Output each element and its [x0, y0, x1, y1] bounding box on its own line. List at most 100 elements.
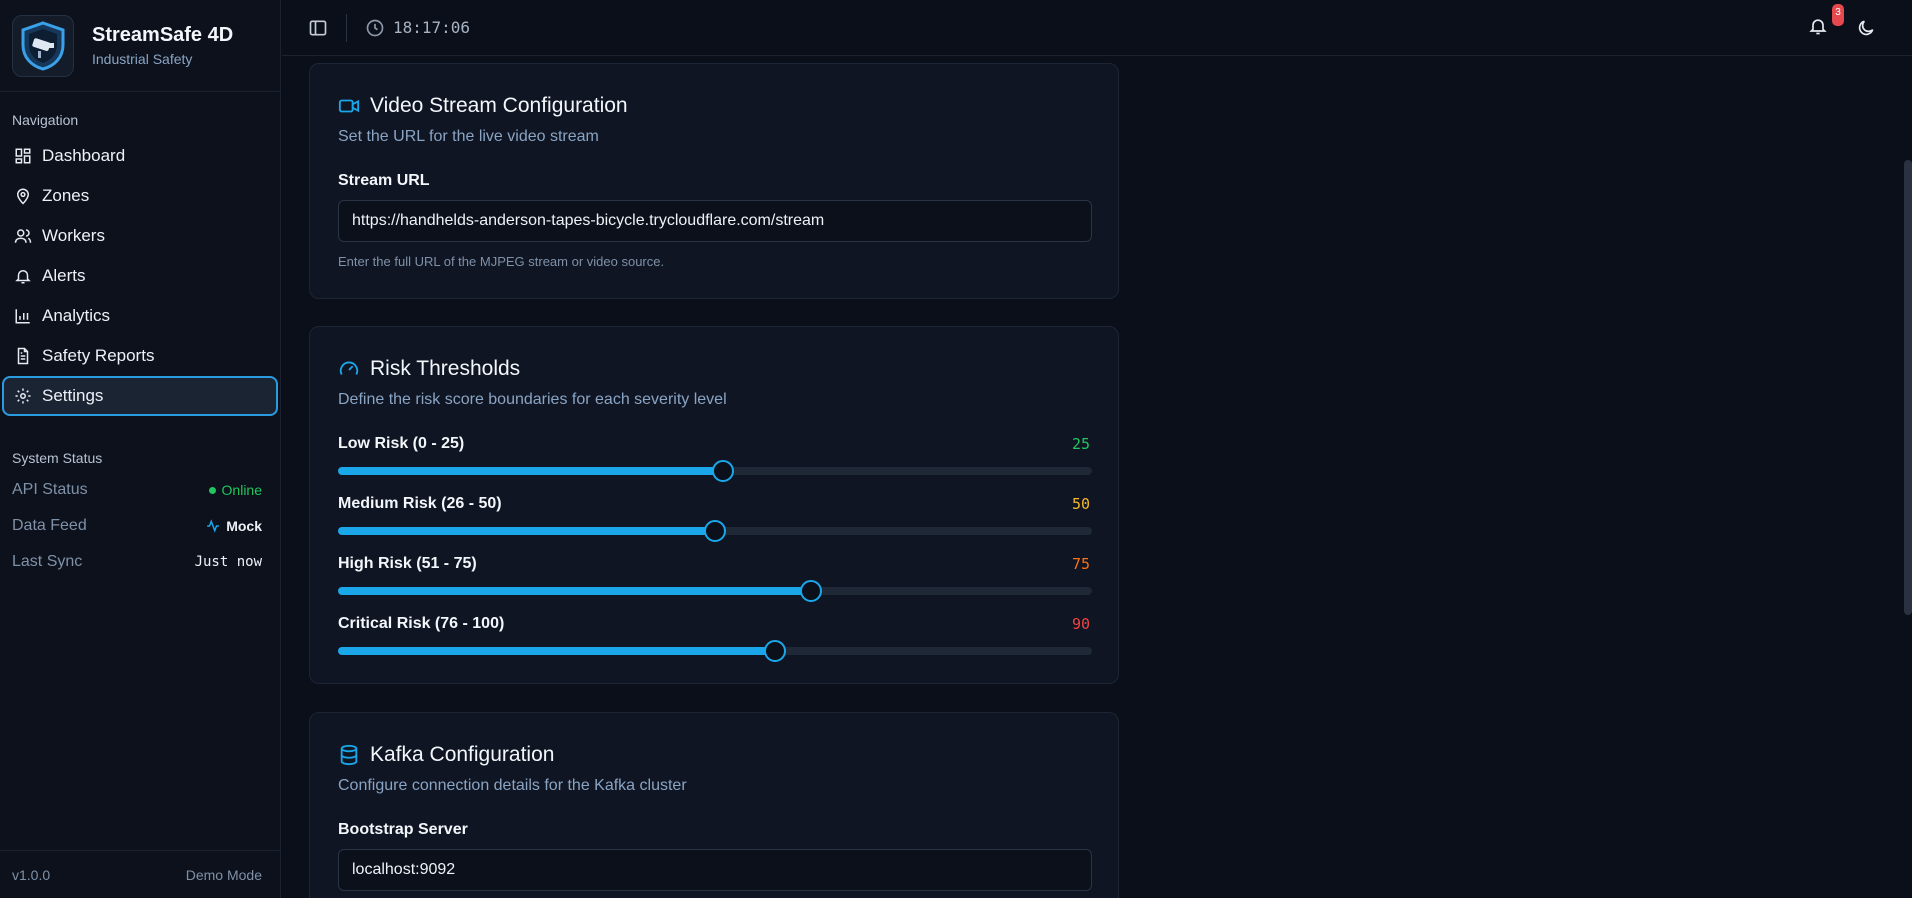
sidebar-item-label: Zones [42, 186, 90, 205]
header-actions: 3 [1808, 0, 1876, 56]
low-risk-value: 25 [1071, 435, 1090, 453]
last-sync-row: Last Sync Just now [0, 544, 280, 580]
stream-url-input[interactable]: https://handhelds-anderson-tapes-bicycle… [338, 200, 1092, 242]
sidebar-item-workers[interactable]: Workers [2, 216, 278, 256]
notifications-button[interactable]: 3 [1808, 3, 1844, 41]
sidebar-item-analytics[interactable]: Analytics [2, 296, 278, 336]
low-risk-slider-thumb[interactable] [711, 460, 734, 482]
sidebar-item-safety-reports[interactable]: Safety Reports [2, 336, 278, 376]
sidebar-item-label: Alerts [42, 266, 86, 285]
data-feed-text: Mock [226, 518, 262, 534]
medium-risk-value: 50 [1071, 495, 1090, 513]
api-status-text: Online [221, 482, 262, 498]
activity-icon [207, 519, 220, 533]
api-status-row: API Status Online [0, 472, 280, 508]
video-stream-card: Video Stream Configuration Set the URL f… [309, 63, 1119, 299]
version-label: v1.0.0 [12, 866, 51, 883]
medium-risk-slider-thumb[interactable] [704, 520, 726, 542]
low-risk-slider-track[interactable] [338, 460, 1092, 482]
sidebar-item-label: Workers [42, 226, 105, 245]
last-sync-value: Just now [194, 554, 262, 570]
low-risk-slider-fill [338, 467, 723, 475]
high-risk-slider-fill [338, 587, 811, 595]
critical-risk-slider-row: Critical Risk (76 - 100) 90 [338, 615, 1092, 662]
sidebar: StreamSafe 4D Industrial Safety Navigati… [0, 0, 281, 898]
bootstrap-server-input[interactable]: localhost:9092 [338, 849, 1092, 891]
video-card-title-text: Video Stream Configuration [370, 94, 628, 117]
kafka-card-title: Kafka Configuration [338, 743, 1090, 767]
data-feed-label: Data Feed [12, 517, 87, 534]
scrollbar-thumb[interactable] [1904, 160, 1912, 615]
dashboard-icon [15, 148, 31, 164]
notification-badge: 3 [1832, 3, 1844, 26]
bell-icon [15, 270, 31, 284]
gear-icon [15, 388, 31, 404]
system-status-heading: System Status [12, 450, 103, 466]
critical-risk-label: Critical Risk (76 - 100) [338, 615, 505, 632]
clock-icon [366, 19, 384, 36]
medium-risk-slider-fill [338, 527, 715, 535]
current-time: 18:17:06 [393, 18, 471, 37]
medium-risk-slider-row: Medium Risk (26 - 50) 50 [338, 495, 1092, 542]
medium-risk-slider-track[interactable] [338, 520, 1092, 542]
video-card-subtitle: Set the URL for the live video stream [338, 128, 599, 145]
brand-header: StreamSafe 4D Industrial Safety [0, 0, 280, 92]
file-text-icon [17, 347, 29, 365]
sidebar-item-alerts[interactable]: Alerts [2, 256, 278, 296]
shield-camera-logo-icon [12, 14, 74, 77]
sidebar-item-settings[interactable]: Settings [2, 376, 278, 416]
kafka-config-card: Kafka Configuration Configure connection… [309, 712, 1119, 898]
bell-icon [1809, 18, 1827, 34]
kafka-card-title-text: Kafka Configuration [370, 743, 555, 766]
risk-card-title-text: Risk Thresholds [370, 357, 521, 380]
sidebar-item-zones[interactable]: Zones [2, 176, 278, 216]
sidebar-toggle-icon [309, 20, 327, 35]
api-status-label: API Status [12, 481, 88, 498]
critical-risk-slider-fill [338, 647, 776, 655]
risk-card-subtitle: Define the risk score boundaries for eac… [338, 391, 727, 408]
mode-label: Demo Mode [185, 866, 262, 883]
data-feed-value: Mock [206, 518, 262, 534]
sidebar-item-label: Analytics [42, 306, 111, 325]
low-risk-label: Low Risk (0 - 25) [338, 435, 465, 452]
map-pin-icon [16, 188, 30, 205]
risk-thresholds-card: Risk Thresholds Define the risk score bo… [309, 326, 1119, 684]
theme-toggle-button[interactable] [1856, 18, 1876, 38]
nav-heading: Navigation [12, 112, 79, 128]
risk-card-title: Risk Thresholds [338, 357, 1090, 381]
status-dot-icon [208, 486, 216, 494]
high-risk-value: 75 [1071, 555, 1090, 573]
app-subtitle: Industrial Safety [92, 51, 193, 67]
low-risk-slider-row: Low Risk (0 - 25) 25 [338, 435, 1092, 482]
bar-chart-icon [15, 309, 30, 324]
header-divider [346, 13, 347, 42]
gauge-icon [339, 361, 359, 375]
kafka-card-subtitle: Configure connection details for the Kaf… [338, 777, 687, 794]
sidebar-item-label: Dashboard [42, 146, 126, 165]
sidebar-item-label: Settings [42, 386, 104, 405]
critical-risk-slider-track[interactable] [338, 640, 1092, 662]
medium-risk-label: Medium Risk (26 - 50) [338, 495, 502, 512]
high-risk-slider-thumb[interactable] [799, 580, 822, 602]
video-camera-icon [338, 99, 360, 113]
bootstrap-server-label: Bootstrap Server [338, 821, 468, 838]
sidebar-footer: v1.0.0 Demo Mode [0, 850, 280, 898]
critical-risk-slider-thumb[interactable] [764, 640, 787, 662]
stream-url-label: Stream URL [338, 172, 430, 189]
last-sync-label: Last Sync [12, 553, 83, 570]
stream-url-hint: Enter the full URL of the MJPEG stream o… [338, 254, 665, 269]
users-icon [14, 229, 32, 243]
data-feed-row: Data Feed Mock [0, 508, 280, 544]
high-risk-slider-track[interactable] [338, 580, 1092, 602]
high-risk-slider-row: High Risk (51 - 75) 75 [338, 555, 1092, 602]
app-title: StreamSafe 4D [92, 24, 234, 46]
top-header: 18:17:06 3 [282, 0, 1912, 56]
sidebar-item-dashboard[interactable]: Dashboard [2, 136, 278, 176]
sidebar-toggle-button[interactable] [308, 18, 328, 38]
high-risk-label: High Risk (51 - 75) [338, 555, 477, 572]
sidebar-item-label: Safety Reports [42, 346, 155, 365]
moon-icon [1858, 20, 1874, 36]
video-card-title: Video Stream Configuration [338, 94, 1090, 118]
api-status-value: Online [208, 482, 262, 498]
critical-risk-value: 90 [1071, 615, 1090, 633]
